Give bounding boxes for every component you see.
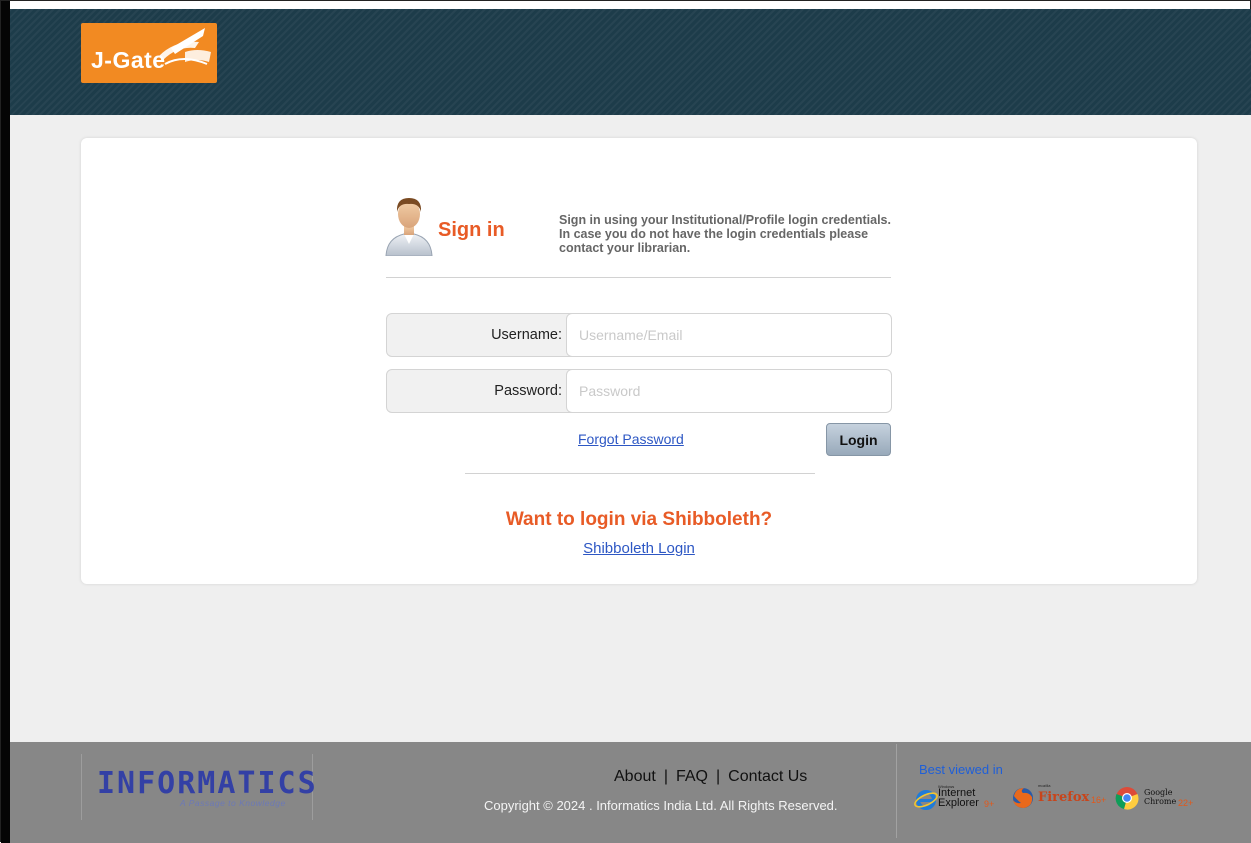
sign-in-description: Sign in using your Institutional/Profile… bbox=[559, 213, 891, 255]
header-bar: J-Gate bbox=[10, 9, 1251, 115]
username-input[interactable] bbox=[566, 313, 892, 357]
faq-link[interactable]: FAQ bbox=[676, 768, 708, 785]
ie-icon bbox=[914, 790, 938, 810]
footer: INFORMATICS A Passage to Knowledge About… bbox=[10, 742, 1251, 843]
copyright-text: Copyright © 2024 . Informatics India Ltd… bbox=[484, 798, 838, 813]
chrome-version: 22+ bbox=[1178, 798, 1194, 808]
informatics-tagline: A Passage to Knowledge bbox=[180, 798, 286, 808]
footer-divider bbox=[896, 744, 897, 838]
browser-chrome: Google Chrome 22+ bbox=[1115, 782, 1205, 814]
informatics-logo-text: INFORMATICS bbox=[97, 766, 318, 801]
password-label: Password: bbox=[494, 383, 562, 399]
firefox-name: Firefox bbox=[1038, 790, 1090, 805]
informatics-logo: INFORMATICS A Passage to Knowledge bbox=[81, 754, 316, 820]
jgate-logo[interactable]: J-Gate bbox=[81, 23, 217, 83]
about-link[interactable]: About bbox=[614, 768, 656, 785]
footer-links: About | FAQ | Contact Us bbox=[614, 768, 807, 786]
username-row: Username: bbox=[386, 313, 892, 357]
divider bbox=[386, 277, 891, 278]
login-button[interactable]: Login bbox=[826, 423, 891, 456]
shibboleth-link-row: Shibboleth Login bbox=[81, 540, 1197, 557]
shibboleth-heading: Want to login via Shibboleth? bbox=[505, 509, 773, 530]
ie-version: 9+ bbox=[984, 799, 995, 809]
shibboleth-login-link[interactable]: Shibboleth Login bbox=[583, 540, 695, 557]
chrome-icon bbox=[1115, 787, 1139, 810]
password-row: Password: bbox=[386, 369, 892, 413]
best-viewed-label: Best viewed in bbox=[919, 762, 1003, 777]
firefox-pre-text: mozilla bbox=[1038, 783, 1051, 788]
firefox-version: 16+ bbox=[1091, 795, 1107, 805]
chrome-name-line1: Google bbox=[1144, 788, 1173, 797]
browser-ie: Windows Internet Explorer 9+ bbox=[914, 782, 1004, 814]
contact-us-link[interactable]: Contact Us bbox=[728, 768, 807, 785]
browser-badges: Windows Internet Explorer 9+ mozilla Fir… bbox=[914, 782, 1214, 814]
separator: | bbox=[663, 768, 668, 785]
ie-name-line2: Explorer bbox=[938, 797, 979, 809]
user-avatar-icon bbox=[385, 198, 433, 256]
login-card: Sign in Sign in using your Institutional… bbox=[81, 138, 1197, 584]
username-label: Username: bbox=[491, 327, 562, 343]
firefox-icon bbox=[1013, 788, 1033, 808]
window-edge bbox=[1, 1, 10, 843]
logo-text: J-Gate bbox=[91, 47, 166, 73]
password-input[interactable] bbox=[566, 369, 892, 413]
separator: | bbox=[715, 768, 721, 785]
main-area: Sign in Sign in using your Institutional… bbox=[10, 115, 1251, 742]
divider bbox=[465, 473, 815, 474]
forgot-password-link[interactable]: Forgot Password bbox=[578, 431, 684, 447]
page-frame: J-Gate Sign in Sign in using your Instit… bbox=[0, 0, 1251, 843]
sign-in-title: Sign in bbox=[438, 219, 505, 241]
chrome-name-line2: Chrome bbox=[1144, 797, 1177, 806]
browser-firefox: mozilla Firefox 16+ bbox=[1011, 782, 1107, 814]
